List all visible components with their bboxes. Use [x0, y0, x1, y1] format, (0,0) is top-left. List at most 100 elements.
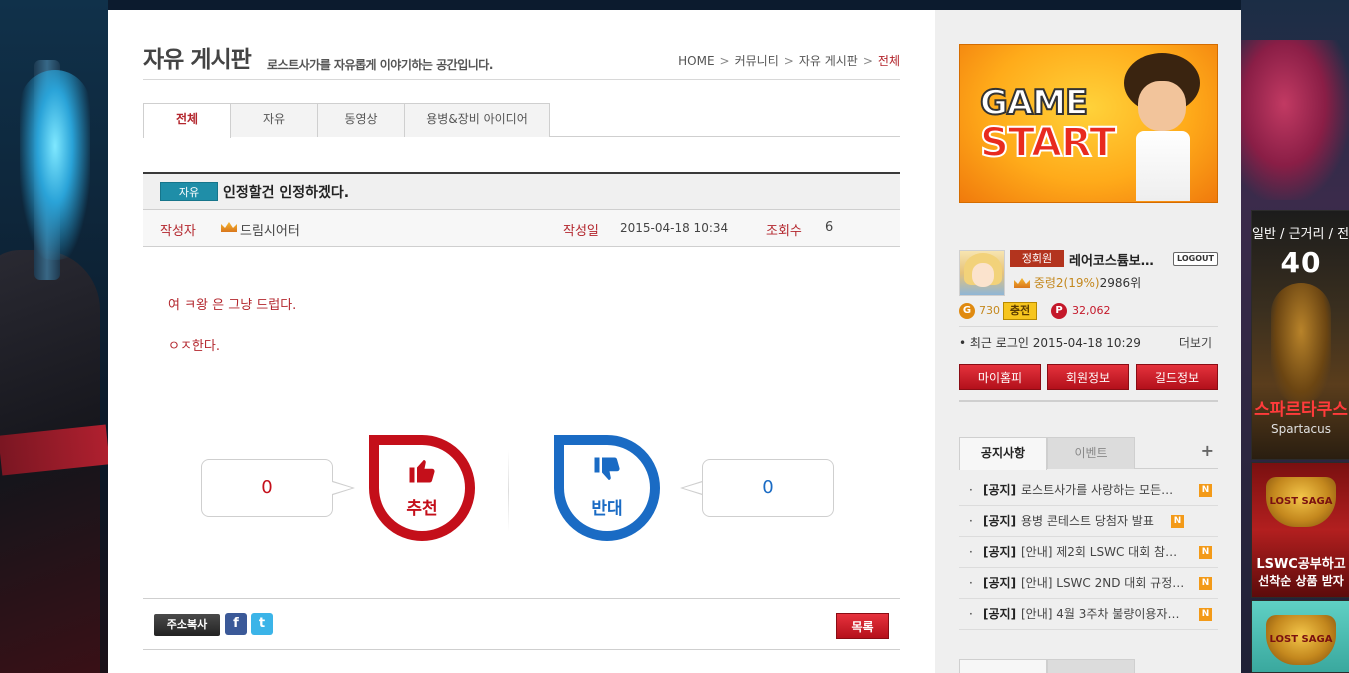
partial-tabs	[959, 659, 1135, 673]
tab-all[interactable]: 전체	[143, 103, 231, 138]
notice-title: 로스트사가를 사랑하는 모든…	[1021, 483, 1174, 497]
avatar-face	[972, 263, 994, 287]
tab-event[interactable]: 이벤트	[1047, 437, 1135, 469]
bullet-icon: ·	[969, 514, 973, 528]
tab-free[interactable]: 자유	[230, 103, 318, 137]
spartacus-banner[interactable]: 일반 / 근거리 / 전체 40 스파르타쿠스 Spartacus	[1251, 210, 1349, 460]
chevron-right-icon: >	[783, 54, 794, 68]
avatar[interactable]	[959, 250, 1005, 296]
notice-tabs: 공지사항 이벤트 +	[959, 437, 1218, 470]
breadcrumb-home[interactable]: HOME	[678, 54, 714, 68]
sidebar-divider	[959, 400, 1218, 402]
downvote-count: 0	[702, 459, 834, 517]
game-start-text: GAME START	[979, 82, 1117, 166]
post-title: 인정할건 인정하겠다.	[223, 185, 350, 201]
upvote-count: 0	[201, 459, 333, 517]
tab-idea[interactable]: 용병&장비 아이디어	[404, 103, 550, 137]
game-start-line1: GAME	[979, 82, 1089, 124]
list-button[interactable]: 목록	[836, 613, 889, 639]
banner-subtitle: Spartacus	[1270, 422, 1332, 436]
breadcrumb-free-board[interactable]: 자유 게시판	[799, 54, 858, 68]
lost-saga-logo: LOST SAGA	[1266, 477, 1336, 527]
gold-amount: 730	[979, 304, 1000, 317]
plus-icon[interactable]: +	[1201, 441, 1214, 460]
notice-title: [안내] 4월 3주차 불량이용자…	[1021, 607, 1180, 621]
my-homepage-button[interactable]: 마이홈피	[959, 364, 1041, 390]
chevron-right-icon: >	[719, 54, 730, 68]
bullet-icon: ·	[969, 576, 973, 590]
lost-saga-banner[interactable]: LOST SAGA	[1251, 600, 1349, 673]
chevron-right-icon: >	[862, 54, 873, 68]
post-header: 자유 인정할건 인정하겠다.	[143, 172, 900, 210]
page-subtitle: 로스트사가를 자유롭게 이야기하는 공간입니다.	[267, 58, 493, 72]
charge-button[interactable]: 충전	[1003, 302, 1037, 320]
tab-partial[interactable]	[1047, 659, 1135, 673]
game-start-line2: START	[979, 120, 1117, 166]
crown-rank-icon	[221, 222, 237, 232]
new-badge-icon: N	[1199, 484, 1212, 497]
member-grade-badge: 정회원	[1010, 250, 1064, 267]
downvote-label: 반대	[591, 499, 623, 519]
game-start-banner[interactable]: GAME START	[959, 44, 1218, 203]
tab-partial[interactable]	[959, 659, 1047, 673]
notice-tag: [공지]	[983, 607, 1017, 621]
page-title: 자유 게시판	[143, 47, 252, 73]
notice-title: [안내] 제2회 LSWC 대회 참…	[1021, 545, 1178, 559]
notice-tag: [공지]	[983, 514, 1017, 528]
post-body-line: 여 ㅋ왕 은 그냥 드럽다.	[168, 298, 297, 313]
rank-line: 중령2(19%)2986위	[1014, 274, 1141, 291]
sidebar: GAME START 정회원 레어코스튬보… LOGOUT 중령2(19%)29…	[935, 10, 1241, 673]
main-content: 자유 게시판 로스트사가를 자유롭게 이야기하는 공간입니다. HOME > 커뮤니…	[108, 10, 935, 673]
banner-line1: LSWC공부하고	[1256, 557, 1346, 572]
list-item[interactable]: · [공지] 용병 콘테스트 당첨자 발표 N	[959, 506, 1218, 537]
category-badge: 자유	[160, 182, 218, 201]
copy-url-button[interactable]: 주소복사	[154, 614, 220, 636]
user-name[interactable]: 레어코스튬보…	[1069, 250, 1154, 269]
lost-saga-logo: LOST SAGA	[1266, 615, 1336, 665]
post-body-line: ㅇㅈ한다.	[168, 339, 220, 354]
banner-line2: 선착순 상품 받자	[1258, 574, 1344, 588]
downvote-button[interactable]: 반대	[554, 435, 660, 541]
notice-tag: [공지]	[983, 545, 1017, 559]
notice-title: 용병 콘테스트 당첨자 발표	[1021, 514, 1154, 528]
twitter-share-icon[interactable]: t	[251, 613, 273, 635]
gladiator-figure	[1271, 283, 1331, 403]
character-face	[1138, 81, 1186, 131]
breadcrumb-current[interactable]: 전체	[878, 54, 900, 68]
background-art-left	[0, 0, 108, 673]
thumbs-down-icon	[564, 455, 650, 492]
points-row: G 730 충전 P 32,062	[959, 302, 1218, 322]
guild-info-button[interactable]: 길드정보	[1136, 364, 1218, 390]
category-tabs: 전체 자유 동영상 용병&장비 아이디어	[143, 103, 900, 138]
more-link[interactable]: 더보기	[1179, 334, 1212, 351]
list-item[interactable]: · [공지] [안내] LSWC 2ND 대회 규정… N	[959, 568, 1218, 599]
upvote-label: 추천	[406, 499, 438, 519]
breadcrumb-community[interactable]: 커뮤니티	[735, 54, 779, 68]
upvote-button[interactable]: 추천	[369, 435, 475, 541]
tab-notice[interactable]: 공지사항	[959, 437, 1047, 470]
facebook-share-icon[interactable]: f	[225, 613, 247, 635]
rank-text: 중령2(19%)	[1033, 276, 1100, 290]
list-item[interactable]: · [공지] 로스트사가를 사랑하는 모든… N	[959, 475, 1218, 506]
tab-video[interactable]: 동영상	[317, 103, 405, 137]
author-name[interactable]: 드림시어터	[240, 220, 300, 239]
notice-list: · [공지] 로스트사가를 사랑하는 모든… N · [공지] 용병 콘테스트 …	[959, 475, 1218, 630]
breadcrumb: HOME > 커뮤니티 > 자유 게시판 > 전체	[678, 52, 900, 69]
logout-button[interactable]: LOGOUT	[1173, 252, 1218, 266]
game-character-illustration	[1118, 53, 1206, 201]
lswc-banner[interactable]: LOST SAGA LSWC공부하고 선착순 상품 받자	[1251, 462, 1349, 598]
bullet-icon: ·	[969, 483, 973, 497]
page-header: 자유 게시판 로스트사가를 자유롭게 이야기하는 공간입니다. HOME > 커뮤니…	[143, 40, 900, 80]
feather-decoration	[1241, 40, 1349, 200]
views-label: 조회수	[766, 224, 802, 239]
date-label: 작성일	[563, 224, 599, 239]
list-item[interactable]: · [공지] [안내] 제2회 LSWC 대회 참… N	[959, 537, 1218, 568]
point-amount: 32,062	[1072, 304, 1111, 317]
banner-category: 일반 / 근거리 / 전체	[1252, 227, 1349, 242]
views-count: 6	[825, 220, 834, 235]
bubble-tail	[332, 481, 355, 495]
post-meta: 작성자 드림시어터 작성일 2015-04-18 10:34 조회수 6	[143, 210, 900, 247]
list-item[interactable]: · [공지] [안내] 4월 3주차 불량이용자… N	[959, 599, 1218, 630]
member-info-button[interactable]: 회원정보	[1047, 364, 1129, 390]
last-login-text: • 최근 로그인 2015-04-18 10:29	[959, 336, 1141, 350]
